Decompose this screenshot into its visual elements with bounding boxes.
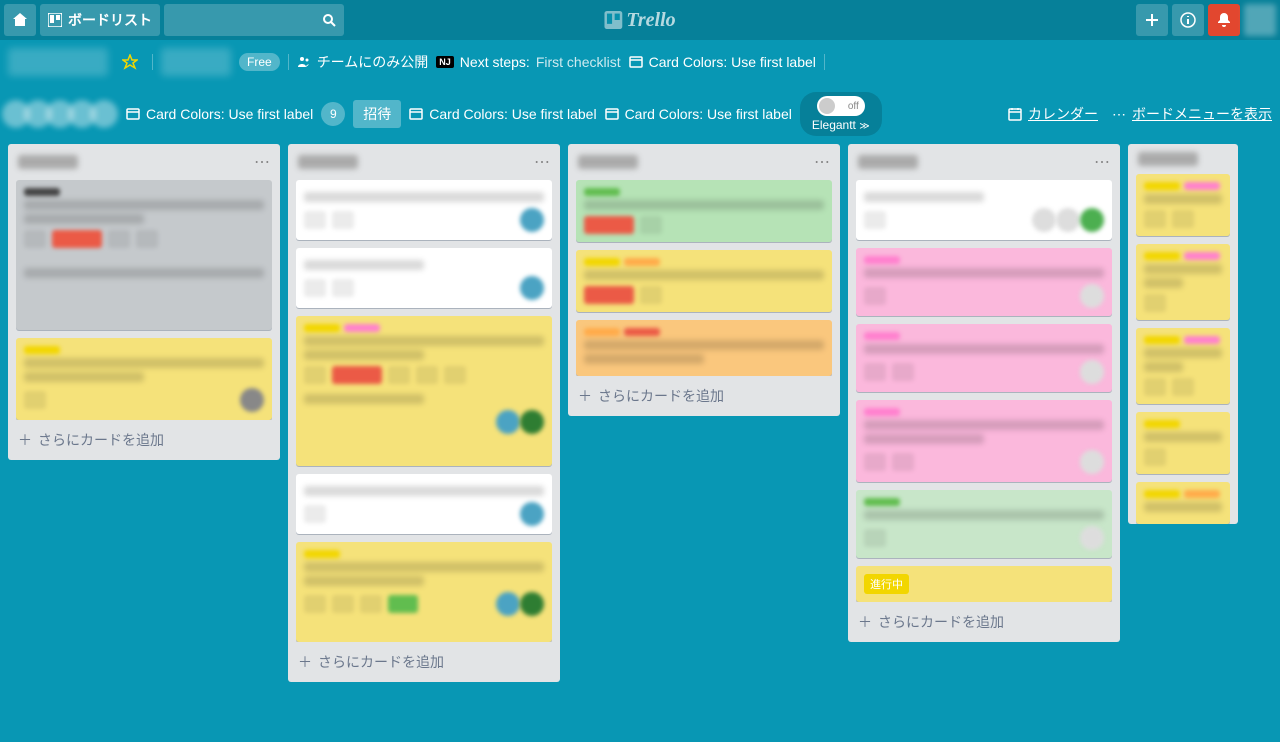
calendar-icon [1008,107,1022,121]
list [1128,144,1238,524]
list-menu-button[interactable]: ⋯ [254,152,270,172]
elegantt-powerup[interactable]: off Elegantt ≫ [800,92,882,136]
progress-badge: 進行中 [864,574,909,594]
info-icon [1180,12,1196,28]
card[interactable] [576,320,832,376]
card[interactable]: 進行中 [856,566,1112,602]
list: ⋯ ＋ さらにカードを追加 [8,144,280,460]
show-menu-button[interactable]: ⋯ ボードメニューを表示 [1112,100,1272,128]
plus-icon [1144,12,1160,28]
card[interactable] [16,180,272,330]
next-steps[interactable]: NJ Next steps: First checklist [436,48,620,76]
trello-logo-icon [604,11,622,29]
list-title[interactable] [298,155,358,169]
card[interactable] [856,248,1112,316]
card-icon [605,107,619,121]
bell-icon [1216,12,1232,28]
card-icon [409,107,423,121]
board-name[interactable] [8,48,108,76]
trello-icon [48,13,62,27]
board-canvas[interactable]: ⋯ ＋ さらにカードを追加 ⋯ [0,144,1280,742]
elegantt-toggle[interactable]: off [817,96,865,116]
list: ⋯ ＋ さらにカードを追加 [568,144,840,416]
search-input[interactable] [164,4,344,36]
card-colors-4[interactable]: Card Colors: Use first label [605,100,792,128]
card-icon [126,107,140,121]
filter-count[interactable]: 9 [321,102,345,126]
search-icon [322,13,336,27]
card[interactable] [576,250,832,312]
add-card-button[interactable]: ＋ さらにカードを追加 [568,376,840,416]
card[interactable] [856,324,1112,392]
user-avatar[interactable] [1244,4,1276,36]
card[interactable] [856,490,1112,558]
card[interactable] [1136,328,1230,404]
list: ⋯ [848,144,1120,642]
boards-button[interactable]: ボードリスト [40,4,160,36]
card[interactable] [296,316,552,466]
calendar-link[interactable]: カレンダー [1008,100,1098,128]
list-title[interactable] [578,155,638,169]
card[interactable] [576,180,832,242]
card[interactable] [1136,412,1230,474]
people-icon [297,55,311,69]
add-card-button[interactable]: ＋ さらにカードを追加 [8,420,280,460]
card[interactable] [296,180,552,240]
card-colors-1[interactable]: Card Colors: Use first label [629,48,816,76]
logo[interactable]: Trello [604,9,675,32]
card[interactable] [296,474,552,534]
list-title[interactable] [858,155,918,169]
card-icon [629,55,643,69]
home-button[interactable] [4,4,36,36]
star-icon [122,54,138,70]
invite-button[interactable]: 招待 [353,100,401,128]
team-name[interactable] [161,48,231,76]
board-members[interactable] [8,100,118,128]
home-icon [12,12,28,28]
card-colors-2[interactable]: Card Colors: Use first label [126,100,313,128]
card-colors-3[interactable]: Card Colors: Use first label [409,100,596,128]
boards-label: ボードリスト [68,10,152,30]
card[interactable] [1136,482,1230,524]
add-card-button[interactable]: ＋ さらにカードを追加 [848,602,1120,642]
list-title[interactable] [18,155,78,169]
star-button[interactable] [116,48,144,76]
list-menu-button[interactable]: ⋯ [814,152,830,172]
list-title[interactable] [1138,152,1198,166]
dots-icon: ⋯ [1112,106,1126,123]
info-button[interactable] [1172,4,1204,36]
card[interactable] [856,180,1112,240]
card[interactable] [296,248,552,308]
card[interactable] [16,338,272,420]
free-badge: Free [239,53,280,71]
card[interactable] [856,400,1112,482]
board-bar: Free チームにのみ公開 NJ Next steps: First check… [0,40,1280,144]
notifications-button[interactable] [1208,4,1240,36]
visibility-button[interactable]: チームにのみ公開 [297,48,429,76]
list-menu-button[interactable]: ⋯ [534,152,550,172]
topbar: ボードリスト Trello [0,0,1280,40]
list-menu-button[interactable]: ⋯ [1094,152,1110,172]
card[interactable] [1136,244,1230,320]
add-button[interactable] [1136,4,1168,36]
card[interactable] [1136,174,1230,236]
add-card-button[interactable]: ＋ さらにカードを追加 [288,642,560,682]
list: ⋯ [288,144,560,682]
card[interactable] [296,542,552,642]
